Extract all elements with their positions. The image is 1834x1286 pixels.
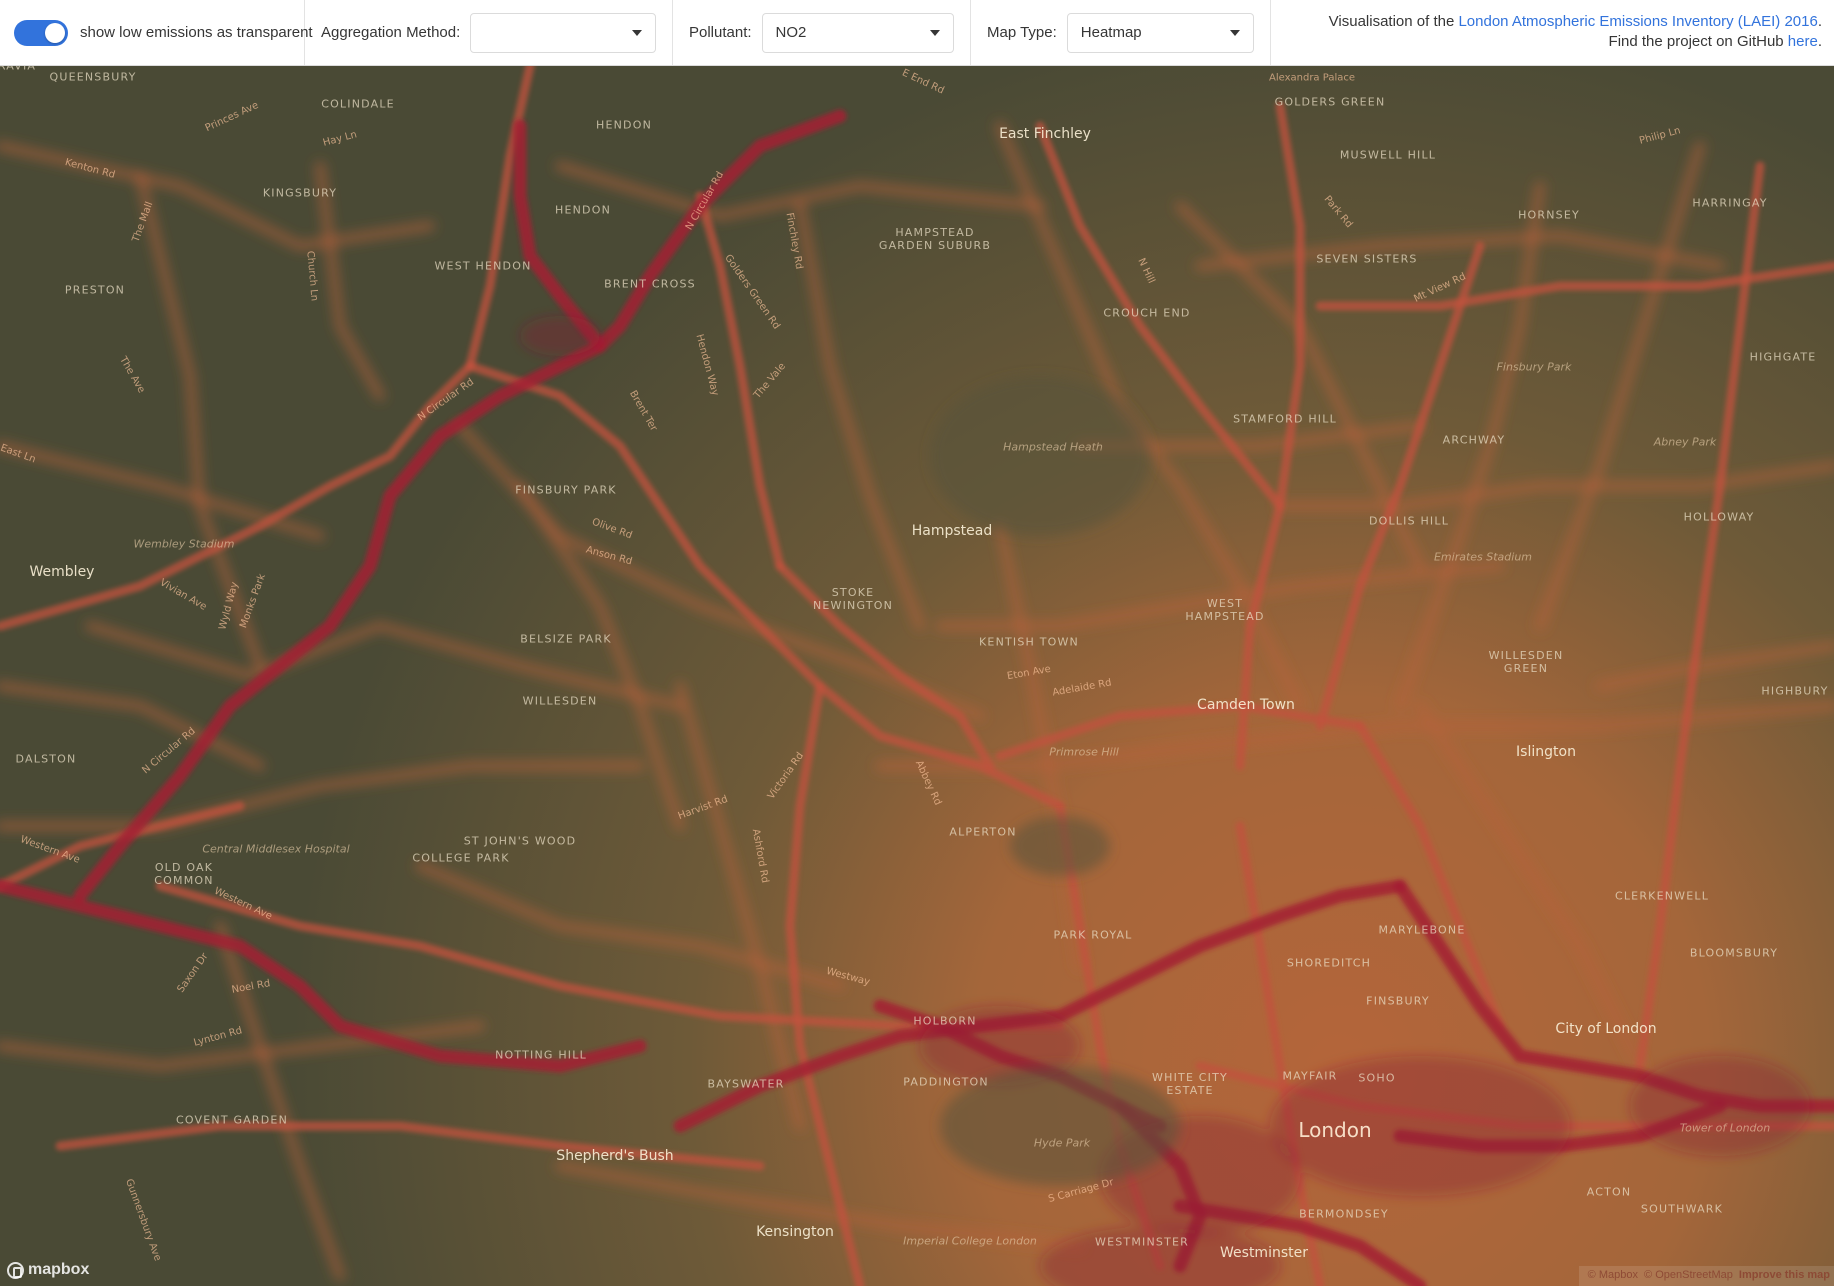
chevron-down-icon: [930, 29, 940, 36]
aggregation-select[interactable]: [470, 12, 656, 53]
transparency-toggle-section: show low emissions as transparent: [0, 0, 313, 65]
pollutant-select[interactable]: NO2: [761, 12, 954, 53]
map-type-label: Map Type:: [987, 24, 1057, 41]
aggregation-label: Aggregation Method:: [321, 24, 461, 41]
switch-knob: [45, 22, 65, 43]
chevron-down-icon: [632, 29, 642, 36]
github-link[interactable]: here: [1788, 33, 1818, 50]
map-type-value: Heatmap: [1080, 24, 1142, 41]
pollutant-section: Pollutant: NO2: [673, 0, 971, 65]
aggregation-section: Aggregation Method:: [305, 0, 673, 65]
heatmap-map[interactable]: London East Finchley Hampstead Wembley Camde…: [0, 66, 1834, 1286]
project-info: Visualisation of the London Atmospheric …: [1329, 0, 1834, 65]
github-suffix: .: [1817, 33, 1822, 50]
pollutant-label: Pollutant:: [689, 24, 752, 41]
chevron-down-icon: [1230, 29, 1240, 36]
map-attribution: © Mapbox © OpenStreetMap Improve this ma…: [1578, 1266, 1834, 1286]
toggle-label: show low emissions as transparent: [80, 24, 313, 41]
attribution-mapbox-link[interactable]: © Mapbox: [1588, 1269, 1638, 1281]
map-type-select[interactable]: Heatmap: [1066, 12, 1254, 53]
attribution-osm-link[interactable]: © OpenStreetMap: [1644, 1269, 1733, 1281]
info-line-2: Find the project on GitHub here.: [1329, 32, 1822, 52]
info-prefix: Visualisation of the: [1328, 13, 1459, 30]
info-line-1: Visualisation of the London Atmospheric …: [1329, 12, 1822, 32]
pollutant-value: NO2: [775, 24, 807, 41]
map-type-section: Map Type: Heatmap: [971, 0, 1271, 65]
mapbox-logo[interactable]: mapbox: [7, 1261, 89, 1279]
improve-map-link[interactable]: Improve this map: [1739, 1269, 1830, 1281]
heatmap-canvas: [0, 66, 1834, 1286]
control-toolbar: show low emissions as transparent Aggreg…: [0, 0, 1834, 66]
github-prefix: Find the project on GitHub: [1608, 33, 1788, 50]
mapbox-icon: [7, 1261, 24, 1279]
info-suffix: .: [1817, 13, 1822, 30]
low-emissions-transparent-switch[interactable]: [14, 19, 68, 46]
laei-link[interactable]: London Atmospheric Emissions Inventory (…: [1458, 13, 1817, 30]
mapbox-logo-text: mapbox: [28, 1261, 90, 1278]
